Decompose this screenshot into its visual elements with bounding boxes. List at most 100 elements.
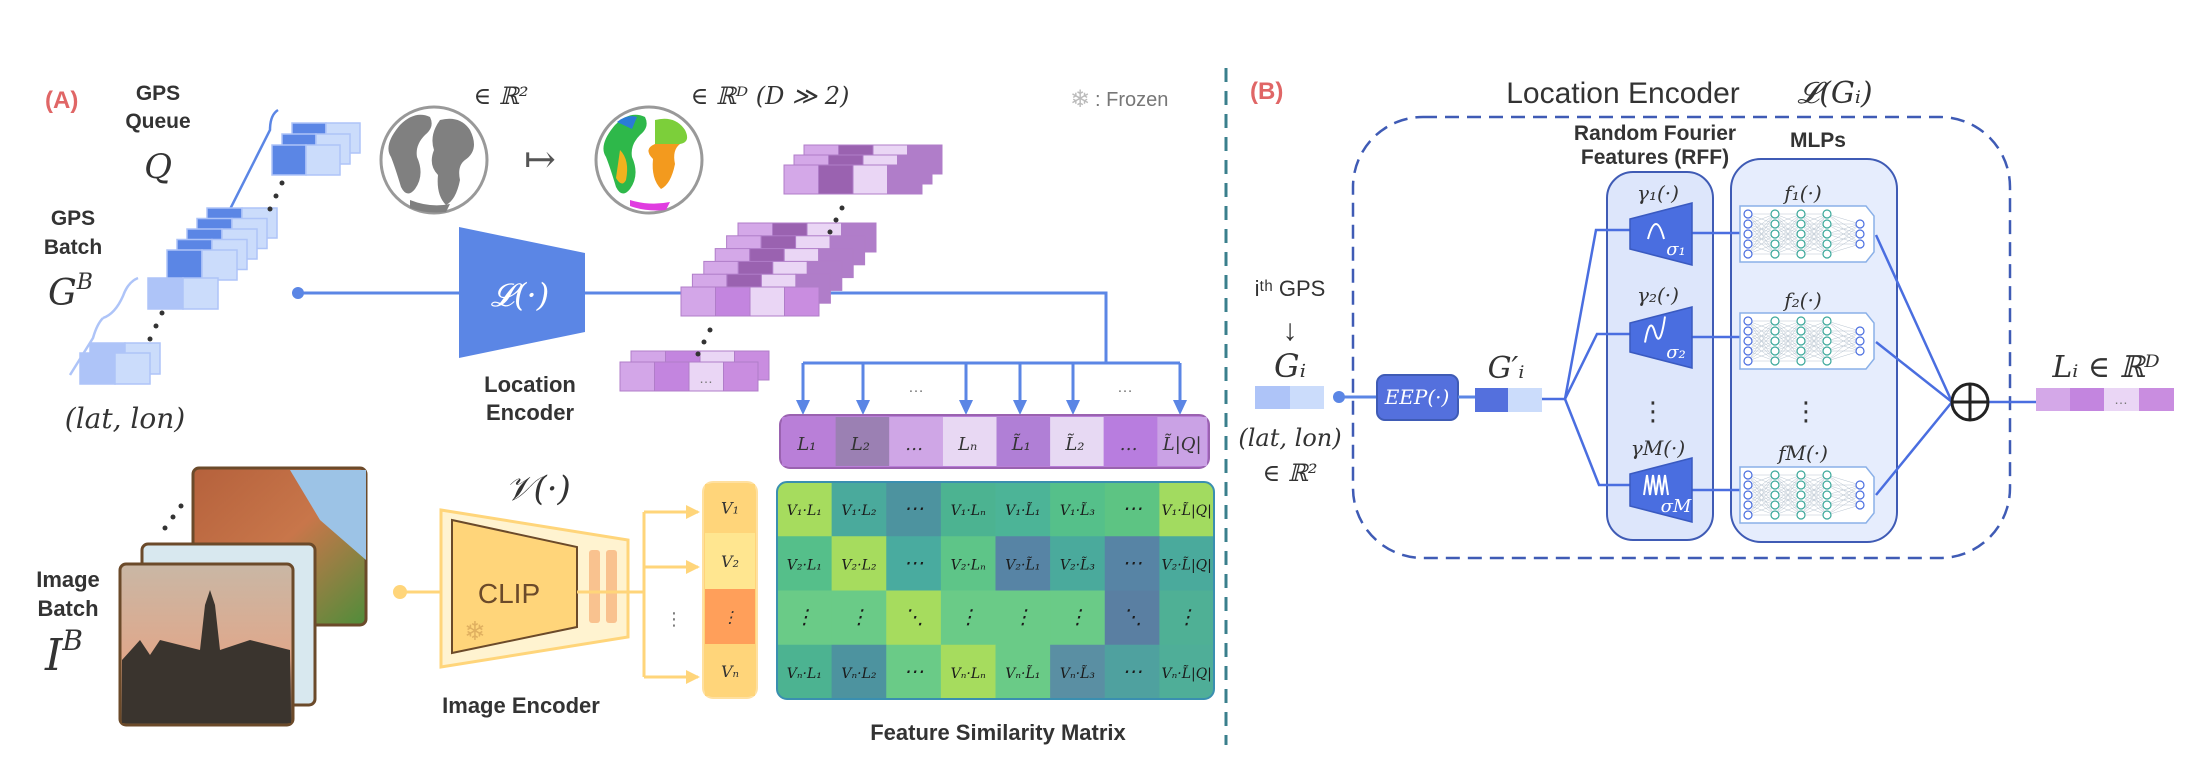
matrix-cell-label: V₂·Lₙ: [951, 557, 986, 573]
matrix-cell-label: ⋮: [958, 605, 978, 629]
image-encoder-symbol: 𝒱(·): [505, 469, 571, 509]
mlp-title: MLPs: [1790, 129, 1846, 152]
rd-space-label: ∈ ℝᴰ (D ≫ 2): [691, 82, 850, 110]
circled-plus-icon: [1950, 382, 1990, 422]
matrix-cell-label: Vₙ·L₁: [787, 666, 822, 682]
location-embedding-block: [619, 361, 759, 392]
panel-b-title: Location Encoder: [1506, 77, 1740, 110]
ellipsis-dot: [827, 229, 833, 235]
r2-space-label: ∈ ℝ²: [474, 82, 529, 110]
image-feature-label: ⋮: [722, 608, 738, 627]
matrix-cell-label: V₂·L₂: [841, 557, 876, 573]
matrix-cell-label: ⋮: [1177, 605, 1197, 629]
gps-embedding-stacks: [79, 122, 361, 385]
neural-network-icon: [1739, 312, 1875, 370]
arrow-head: [1066, 400, 1080, 415]
gps-queue-label: GPS: [136, 82, 180, 105]
vertical-ellipsis: ⋮: [665, 609, 683, 629]
ellipsis-dot: [147, 336, 153, 342]
lat-lon-label: (lat, lon): [65, 402, 185, 435]
matrix-cell-label: ⋱: [1122, 605, 1142, 629]
neural-network-icon: [1739, 466, 1875, 524]
eep-label: EEP(·): [1384, 385, 1450, 409]
location-feature-label: L̃₂: [1064, 433, 1084, 455]
ellipsis-dot: [153, 323, 159, 329]
arrow-head: [856, 400, 870, 415]
gps-embedding-block: [147, 277, 219, 310]
matrix-cell-label: V₂·L̃|Q|: [1161, 556, 1211, 574]
matrix-cell-label: V₁·L̃₃: [1060, 502, 1095, 520]
matrix-cell-label: ⋮: [794, 605, 814, 629]
gps-batch-symbol: GB: [48, 270, 93, 314]
matrix-cells: V₁·L₁ V₁·L₂ ⋯ V₁·Lₙ V₁·L̃₁ V₁·L̃₃ ⋯ V₁·L̃|Q| V₂·…: [777, 482, 1214, 699]
rff-title: Random Fourier: [1574, 122, 1736, 145]
image-encoder-label: Image Encoder: [442, 693, 600, 718]
eep-output-block: [1475, 388, 1508, 412]
frozen-legend: : Frozen: [1095, 89, 1168, 111]
ellipsis-dot: [833, 217, 839, 223]
gps-batch-label-line2: Batch: [44, 236, 102, 259]
image-feature-column: V₁ V₂ ⋮ Vₙ: [702, 481, 758, 699]
rff-gamma-label: γ₁(·): [1637, 181, 1679, 205]
matrix-cell-label: Vₙ·L̃|Q|: [1161, 664, 1211, 682]
location-feature-label: L₂: [850, 434, 870, 455]
ellipsis-dot: [701, 339, 707, 345]
image-stack: [118, 466, 368, 727]
location-feature-label: L̃|Q|: [1162, 433, 1202, 455]
location-feature-label: L̃₁: [1011, 433, 1031, 455]
similarity-matrix-title: Feature Similarity Matrix: [870, 720, 1126, 745]
rff-gamma-label: γM(·): [1631, 436, 1685, 460]
ellipsis-dot: [273, 193, 279, 199]
mlp-label: fM(·): [1776, 441, 1828, 465]
mlp-vertical-ellipsis: ⋮: [1793, 396, 1819, 426]
gps-embedding-block: [79, 352, 151, 385]
projection-layer: [589, 550, 600, 623]
matrix-cell-label: ⋮: [849, 605, 869, 629]
input-latlon: (lat, lon): [1238, 424, 1341, 452]
image-input-dot: [393, 585, 407, 599]
matrix-cell-label: V₁·L̃₁: [1005, 502, 1040, 520]
gps-queue-symbol: Q: [144, 147, 172, 187]
eep-output-symbol: G′ᵢ: [1488, 351, 1525, 386]
mlp-label: f₂(·): [1782, 288, 1821, 312]
snowflake-icon: ❄: [1070, 86, 1090, 113]
maps-to-arrow: ↦: [524, 137, 556, 181]
rff-vertical-ellipsis: ⋮: [1640, 396, 1666, 426]
matrix-cell-label: Vₙ·L₂: [841, 666, 877, 682]
matrix-cell-label: V₁·L₁: [787, 503, 822, 519]
gps-input-block-half: [1290, 386, 1324, 409]
ellipsis-dot: [279, 180, 285, 186]
panel-b: (B) Location Encoder 𝓛(Gᵢ) Random Fourie…: [1238, 76, 2174, 560]
location-feature-label: L₁: [796, 434, 816, 455]
snowflake-icon: ❄: [464, 616, 486, 646]
rff-title-line2: Features (RFF): [1581, 146, 1729, 169]
location-encoder-label-line2: Encoder: [486, 400, 574, 425]
output-symbol: Lᵢ ∈ ℝᴰ: [2051, 350, 2159, 385]
ellipsis-dot: [707, 327, 713, 333]
image-batch-symbol: IB: [44, 624, 83, 681]
gps-embedding-block: [271, 144, 341, 176]
arrow-head: [1013, 400, 1027, 415]
matrix-cell-label: Vₙ·L̃₃: [1060, 664, 1096, 682]
location-embedding-block: [783, 164, 923, 195]
arrow-head: [959, 400, 973, 415]
matrix-cell-label: V₂·L₁: [787, 557, 822, 573]
rff-branches: γ₁(·) σ₁ f₁(·) γ₂(·) σ₂ f₂(·) γM(·) σM fM(·): [1629, 181, 1875, 524]
matrix-cell-label: Vₙ·Lₙ: [951, 666, 987, 682]
panel-a: (A) GPS Queue Q GPS Batch GB (lat, lon) …: [36, 82, 1215, 745]
location-embedding-block: [680, 286, 820, 317]
ellipsis-dot: [839, 205, 845, 211]
ellipsis-dot: [159, 310, 165, 316]
projection-layer: [606, 550, 617, 623]
rff-sigma-label: σ₂: [1666, 342, 1686, 363]
matrix-cell-label: V₁·L₂: [841, 503, 876, 519]
matrix-cell-label: ⋯: [1122, 659, 1142, 683]
ellipsis-dot: [695, 351, 701, 357]
ellipsis-dot: [267, 206, 273, 212]
matrix-cell-label: ⋯: [1122, 550, 1142, 574]
location-feature-label: …: [905, 434, 923, 455]
globe-embedded-icon: [594, 105, 704, 215]
panel-a-label: (A): [45, 87, 78, 114]
location-encoder-label: Location: [484, 372, 576, 397]
image-batch-label: Image: [36, 567, 100, 592]
